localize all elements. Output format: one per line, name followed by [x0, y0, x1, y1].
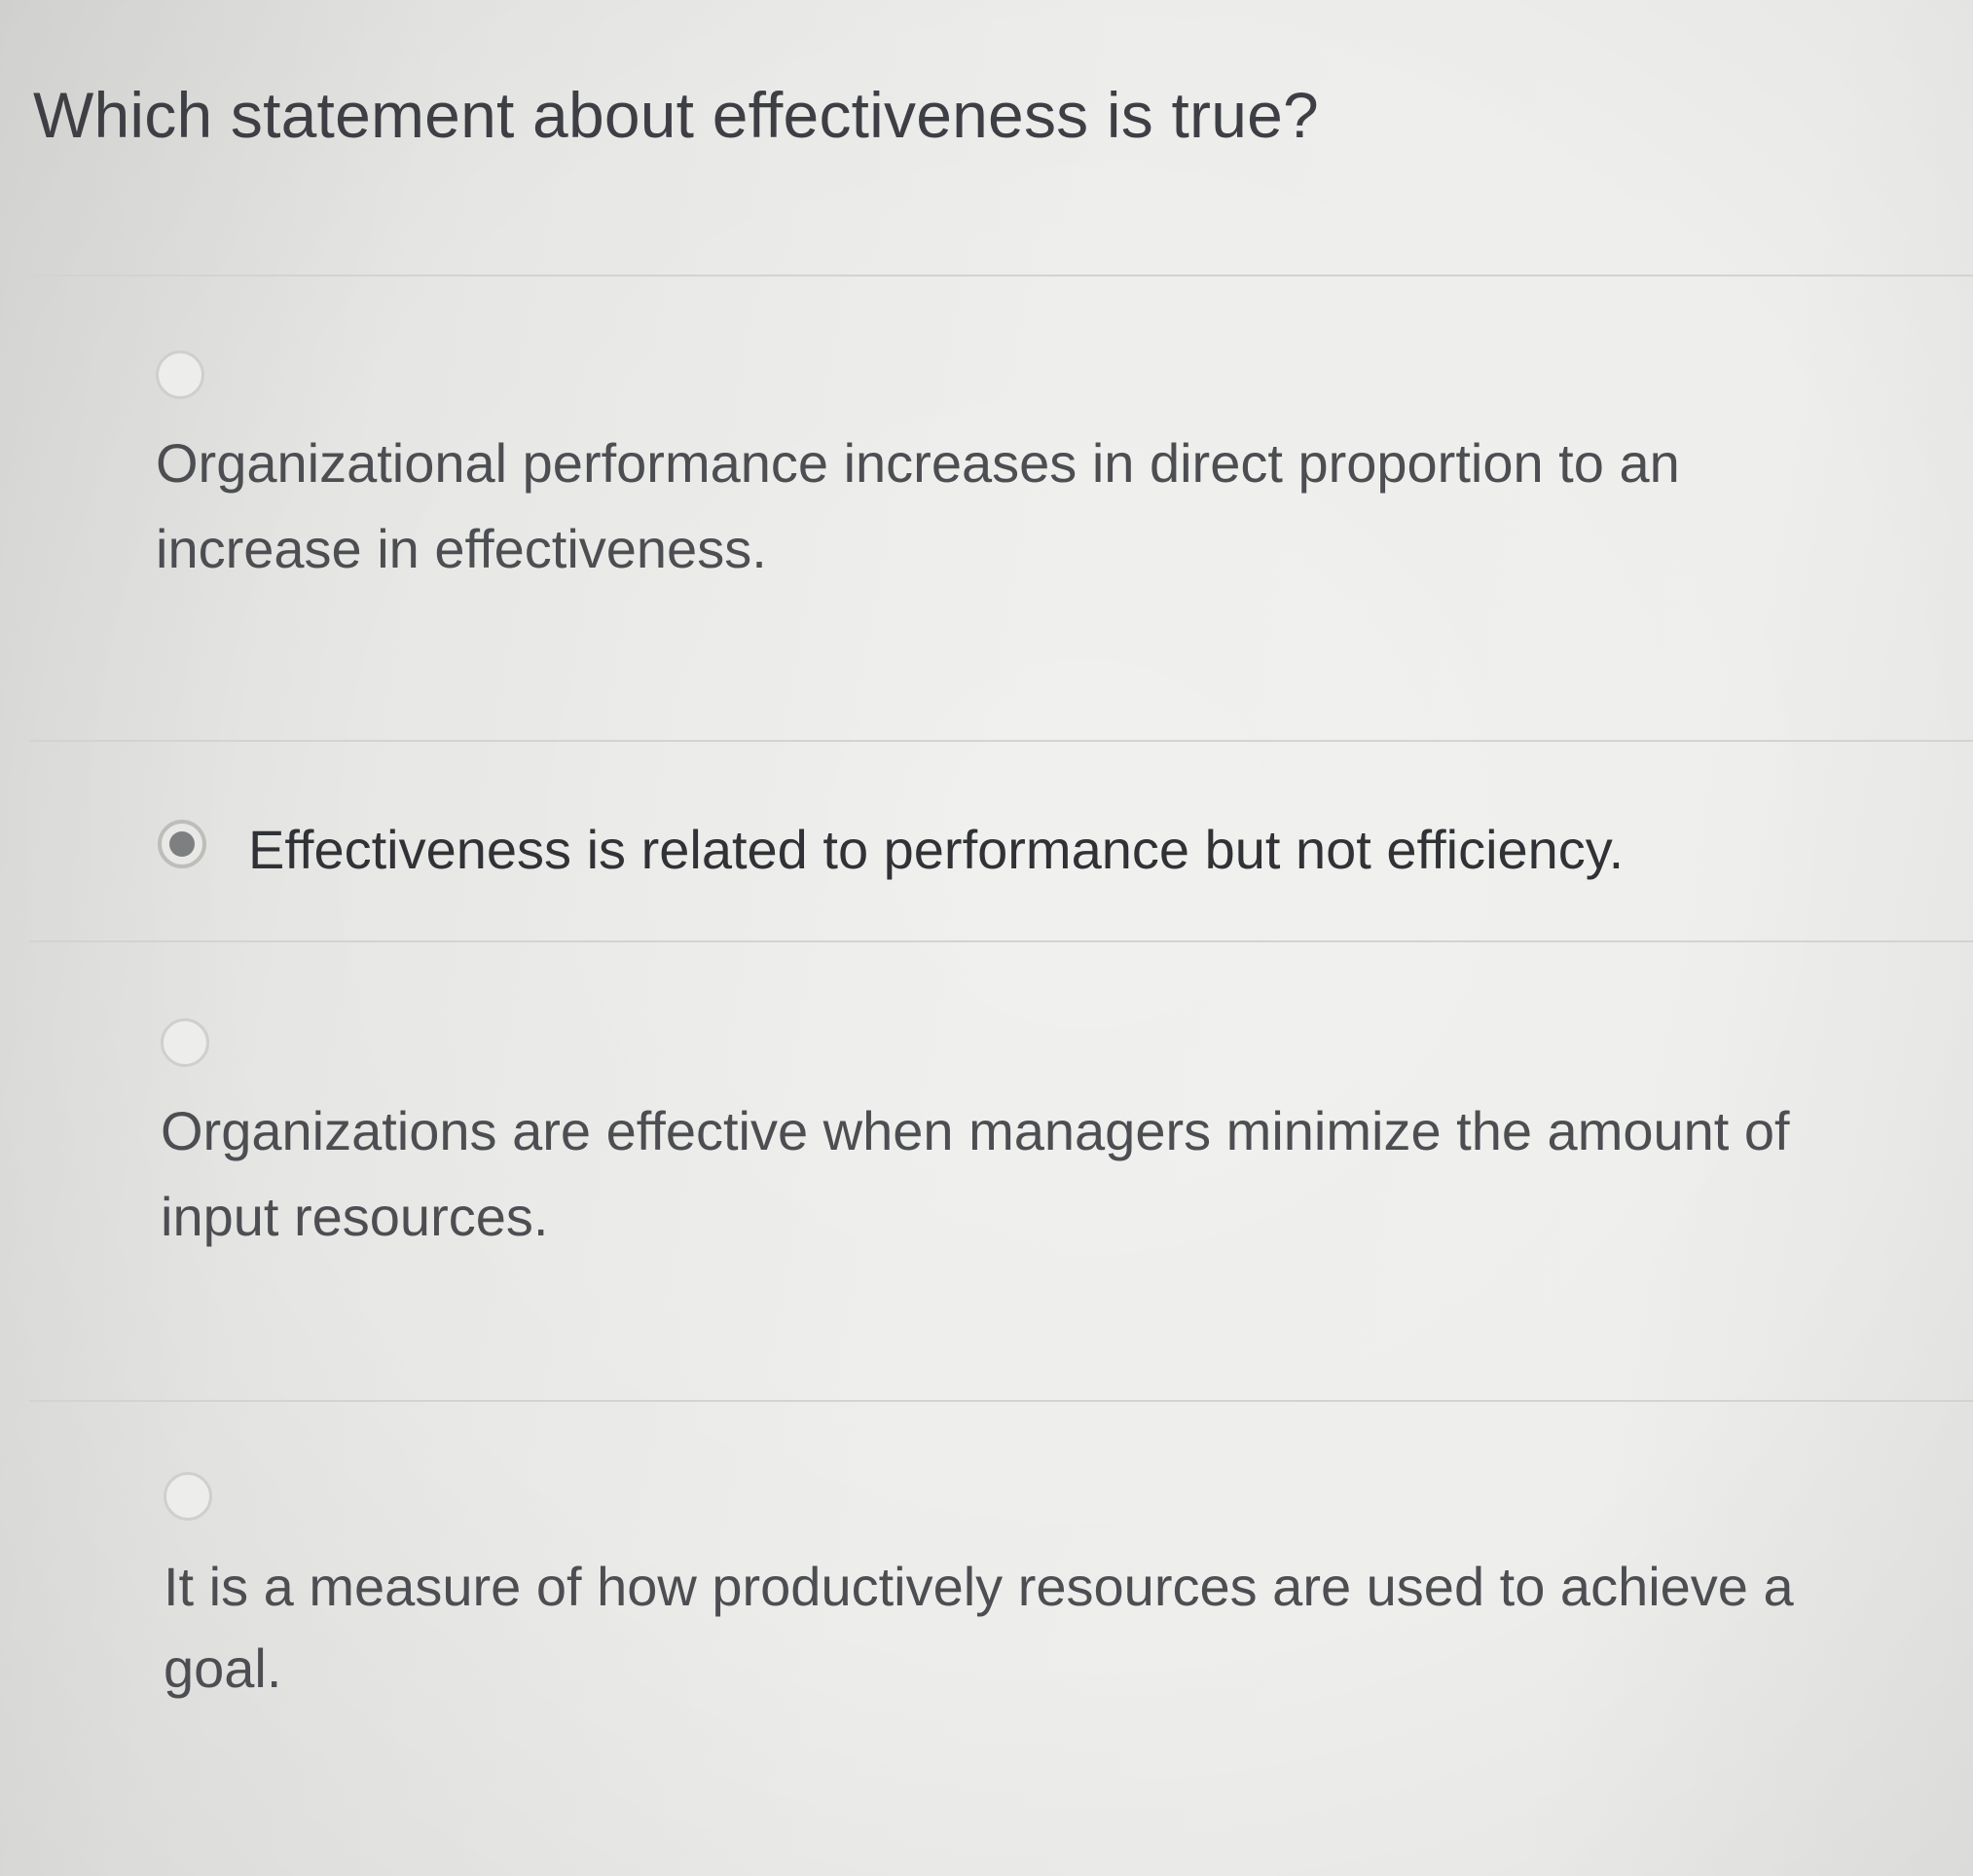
option-1-line-1: Organizational performance increases in …: [156, 432, 1680, 494]
radio-button-option-4[interactable]: [164, 1472, 212, 1521]
radio-button-option-1[interactable]: [156, 350, 204, 399]
radio-selected-dot: [169, 831, 195, 857]
option-3-line-1: Organizations are effective when manager…: [161, 1100, 1790, 1161]
option-4-line-1: It is a measure of how productively reso…: [164, 1556, 1794, 1617]
radio-button-option-3[interactable]: [161, 1018, 209, 1067]
radio-button-option-2-selected[interactable]: [158, 820, 206, 868]
option-divider: [29, 740, 1973, 742]
option-divider: [29, 1400, 1973, 1402]
question-text: Which statement about effectiveness is t…: [33, 79, 1319, 151]
option-1-line-2: increase in effectiveness.: [156, 518, 767, 579]
option-2-line-1: Effectiveness is related to performance …: [248, 819, 1625, 880]
option-4-line-2: goal.: [164, 1637, 282, 1699]
option-divider: [29, 275, 1973, 276]
option-3-line-2: input resources.: [161, 1186, 549, 1247]
quiz-page: { "question": { "text": "Which statement…: [0, 0, 1973, 1876]
option-divider: [29, 940, 1973, 942]
